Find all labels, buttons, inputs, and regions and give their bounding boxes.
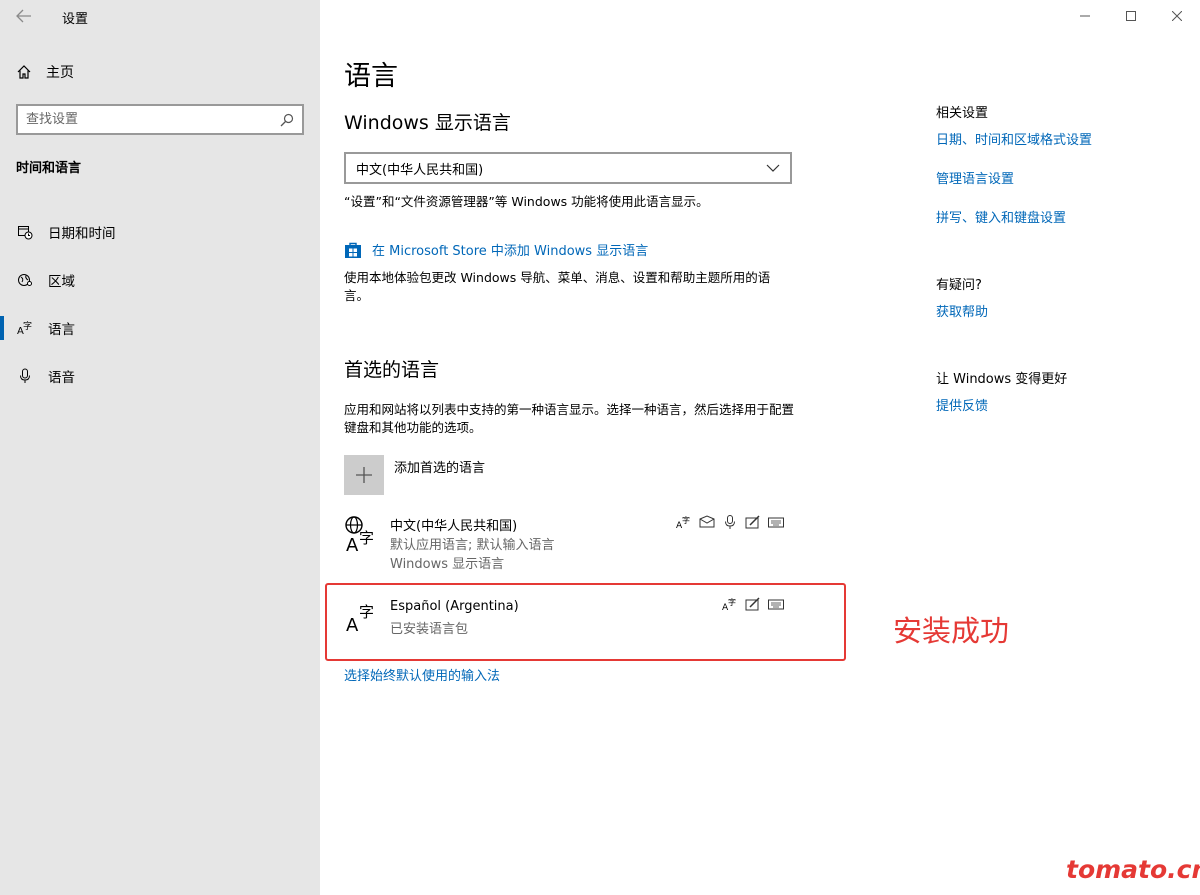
display-language-select[interactable]: 中文(中华人民共和国): [344, 152, 792, 184]
display-language-feature-icon: A字: [676, 515, 690, 529]
sidebar-item-language[interactable]: A字 语言: [0, 304, 320, 352]
sidebar-item-speech[interactable]: 语音: [0, 352, 320, 400]
calendar-clock-icon: [17, 224, 33, 240]
language-status-secondary: Windows 显示语言: [390, 557, 505, 572]
preferred-languages-description: 应用和网站将以列表中支持的第一种语言显示。选择一种语言，然后选择用于配置键盘和其…: [344, 402, 795, 435]
related-link-date-region-format[interactable]: 日期、时间和区域格式设置: [936, 129, 1092, 148]
store-description: 使用本地体验包更改 Windows 导航、菜单、消息、设置和帮助主题所用的语言。: [344, 270, 771, 303]
sidebar-item-label: 区域: [48, 274, 75, 290]
install-success-annotation: 安装成功: [893, 614, 1010, 648]
preferred-languages-heading: 首选的语言: [344, 359, 440, 381]
default-input-method-link[interactable]: 选择始终默认使用的输入法: [344, 665, 500, 684]
home-icon: [17, 65, 31, 79]
add-language-label: 添加首选的语言: [394, 461, 486, 476]
maximize-icon: [1126, 11, 1136, 21]
maximize-button[interactable]: [1108, 0, 1154, 32]
display-language-globe-icon: A 字: [345, 516, 374, 555]
close-button[interactable]: [1154, 0, 1200, 32]
app-title: 设置: [62, 12, 89, 27]
plus-icon: [344, 455, 384, 495]
language-name: 中文(中华人民共和国): [390, 519, 518, 534]
language-icon: A字: [17, 320, 33, 336]
sidebar-item-label: 语言: [48, 322, 75, 338]
installed-highlight-box: [325, 583, 846, 661]
home-link[interactable]: 主页: [16, 62, 74, 82]
svg-text:字: 字: [23, 320, 32, 332]
sidebar: 设置 主页 时间和语言 日期和时间 区域 A字 语言: [0, 0, 320, 895]
sidebar-item-date-time[interactable]: 日期和时间: [0, 208, 320, 256]
globe-region-icon: [17, 272, 33, 288]
speech-recognition-icon: [725, 515, 735, 529]
close-icon: [1172, 11, 1182, 21]
store-icon: [345, 242, 361, 258]
text-to-speech-icon: [699, 515, 715, 528]
feedback-link[interactable]: 提供反馈: [936, 395, 988, 414]
improve-windows-heading: 让 Windows 变得更好: [936, 372, 1068, 387]
search-icon[interactable]: [280, 113, 294, 127]
get-help-link[interactable]: 获取帮助: [936, 301, 988, 320]
home-label: 主页: [46, 65, 74, 81]
sidebar-nav: 日期和时间 区域 A字 语言 语音: [0, 208, 320, 400]
store-link-label: 在 Microsoft Store 中添加 Windows 显示语言: [372, 244, 649, 259]
related-settings-heading: 相关设置: [936, 106, 989, 121]
watermark: tomato.cm: [1066, 855, 1200, 884]
display-language-value: 中文(中华人民共和国): [356, 162, 484, 178]
store-link[interactable]: 在 Microsoft Store 中添加 Windows 显示语言: [344, 240, 648, 259]
svg-text:字: 字: [682, 515, 690, 525]
language-status: 默认应用语言; 默认输入语言: [390, 538, 555, 553]
language-item-chinese[interactable]: A 字 中文(中华人民共和国) 默认应用语言; 默认输入语言 Windows 显…: [344, 515, 794, 575]
add-language-button[interactable]: 添加首选的语言: [344, 455, 485, 495]
keyboard-icon: [768, 517, 784, 528]
svg-text:字: 字: [359, 529, 374, 547]
page-title: 语言: [344, 61, 398, 92]
related-link-manage-language[interactable]: 管理语言设置: [936, 168, 1014, 187]
related-link-spelling-typing-keyboard[interactable]: 拼写、键入和键盘设置: [936, 207, 1066, 226]
sidebar-item-label: 日期和时间: [48, 226, 116, 242]
section-title: 时间和语言: [16, 161, 82, 176]
sidebar-item-label: 语音: [48, 370, 75, 386]
display-language-heading: Windows 显示语言: [344, 112, 511, 134]
language-features: A字: [676, 515, 784, 529]
chevron-down-icon: [766, 164, 780, 172]
svg-text:A: A: [346, 535, 359, 555]
display-language-description: “设置”和“文件资源管理器”等 Windows 功能将使用此语言显示。: [344, 194, 709, 209]
microphone-icon: [17, 368, 33, 384]
minimize-button[interactable]: [1062, 0, 1108, 32]
back-arrow-icon[interactable]: [10, 4, 38, 28]
minimize-icon: [1080, 15, 1090, 17]
search-input[interactable]: [26, 112, 280, 127]
search-box[interactable]: [16, 104, 304, 135]
sidebar-item-region[interactable]: 区域: [0, 256, 320, 304]
question-heading: 有疑问?: [936, 278, 982, 293]
handwriting-icon: [745, 515, 760, 529]
